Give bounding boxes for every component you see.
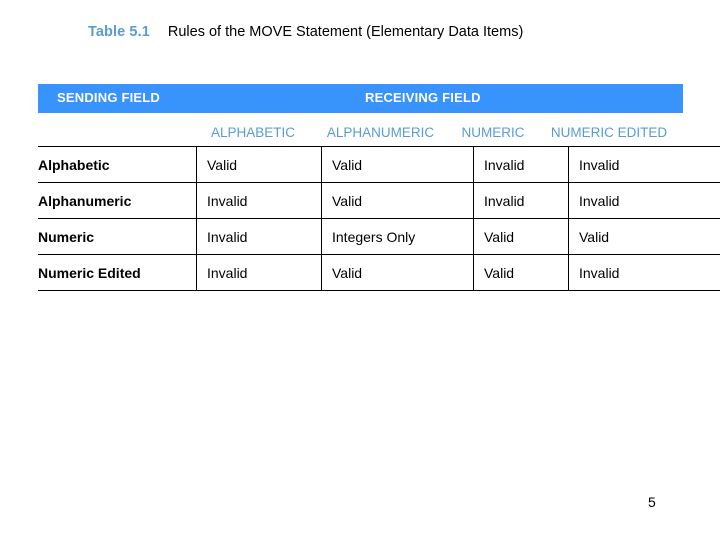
cell-numeric-edited-numeric: Valid bbox=[473, 254, 569, 291]
page-title: Table 5.1 Rules of the MOVE Statement (El… bbox=[88, 22, 523, 42]
field-banner: SENDING FIELD RECEIVING FIELD bbox=[38, 84, 683, 113]
table-row: Alphabetic Valid Valid Invalid Invalid bbox=[38, 146, 720, 183]
cell-alphabetic-numeric-edited: Invalid bbox=[568, 146, 720, 183]
cell-alphabetic-alphabetic: Valid bbox=[196, 146, 322, 183]
cell-numeric-numeric-edited: Valid bbox=[568, 218, 720, 255]
row-label-alphanumeric: Alphanumeric bbox=[38, 182, 197, 219]
cell-alphanumeric-numeric-edited: Invalid bbox=[568, 182, 720, 219]
table-row: Numeric Edited Invalid Valid Valid Inval… bbox=[38, 254, 720, 291]
cell-alphanumeric-alphanumeric: Valid bbox=[321, 182, 474, 219]
receiving-field-heading: RECEIVING FIELD bbox=[365, 90, 481, 105]
move-rules-table: Alphabetic Valid Valid Invalid Invalid A… bbox=[38, 146, 720, 291]
table-number-label: Table 5.1 bbox=[88, 24, 150, 40]
cell-numeric-edited-numeric-edited: Invalid bbox=[568, 254, 720, 291]
cell-numeric-edited-alphanumeric: Valid bbox=[321, 254, 474, 291]
column-header-row: ALPHABETIC ALPHANUMERIC NUMERIC NUMERIC … bbox=[38, 124, 683, 144]
cell-alphanumeric-numeric: Invalid bbox=[473, 182, 569, 219]
cell-numeric-numeric: Valid bbox=[473, 218, 569, 255]
cell-numeric-alphabetic: Invalid bbox=[196, 218, 322, 255]
row-label-numeric: Numeric bbox=[38, 218, 197, 255]
row-label-numeric-edited: Numeric Edited bbox=[38, 254, 197, 291]
column-header-alphabetic: ALPHABETIC bbox=[210, 125, 296, 140]
column-header-spacer bbox=[38, 124, 196, 144]
cell-numeric-alphanumeric: Integers Only bbox=[321, 218, 474, 255]
column-header-numeric: NUMERIC bbox=[461, 125, 525, 140]
table-row: Alphanumeric Invalid Valid Invalid Inval… bbox=[38, 182, 720, 219]
column-header-alphanumeric: ALPHANUMERIC bbox=[326, 125, 435, 140]
table-row: Numeric Invalid Integers Only Valid Vali… bbox=[38, 218, 720, 255]
cell-alphanumeric-alphabetic: Invalid bbox=[196, 182, 322, 219]
table-body: Alphabetic Valid Valid Invalid Invalid A… bbox=[38, 146, 720, 291]
column-header-numeric-edited: NUMERIC EDITED bbox=[550, 125, 668, 140]
table-title-text: Rules of the MOVE Statement (Elementary … bbox=[167, 24, 524, 40]
sending-field-heading: SENDING FIELD bbox=[57, 90, 160, 105]
cell-alphabetic-alphanumeric: Valid bbox=[321, 146, 474, 183]
cell-numeric-edited-alphabetic: Invalid bbox=[196, 254, 322, 291]
row-label-alphabetic: Alphabetic bbox=[38, 146, 197, 183]
page-number: 5 bbox=[648, 494, 656, 510]
cell-alphabetic-numeric: Invalid bbox=[473, 146, 569, 183]
